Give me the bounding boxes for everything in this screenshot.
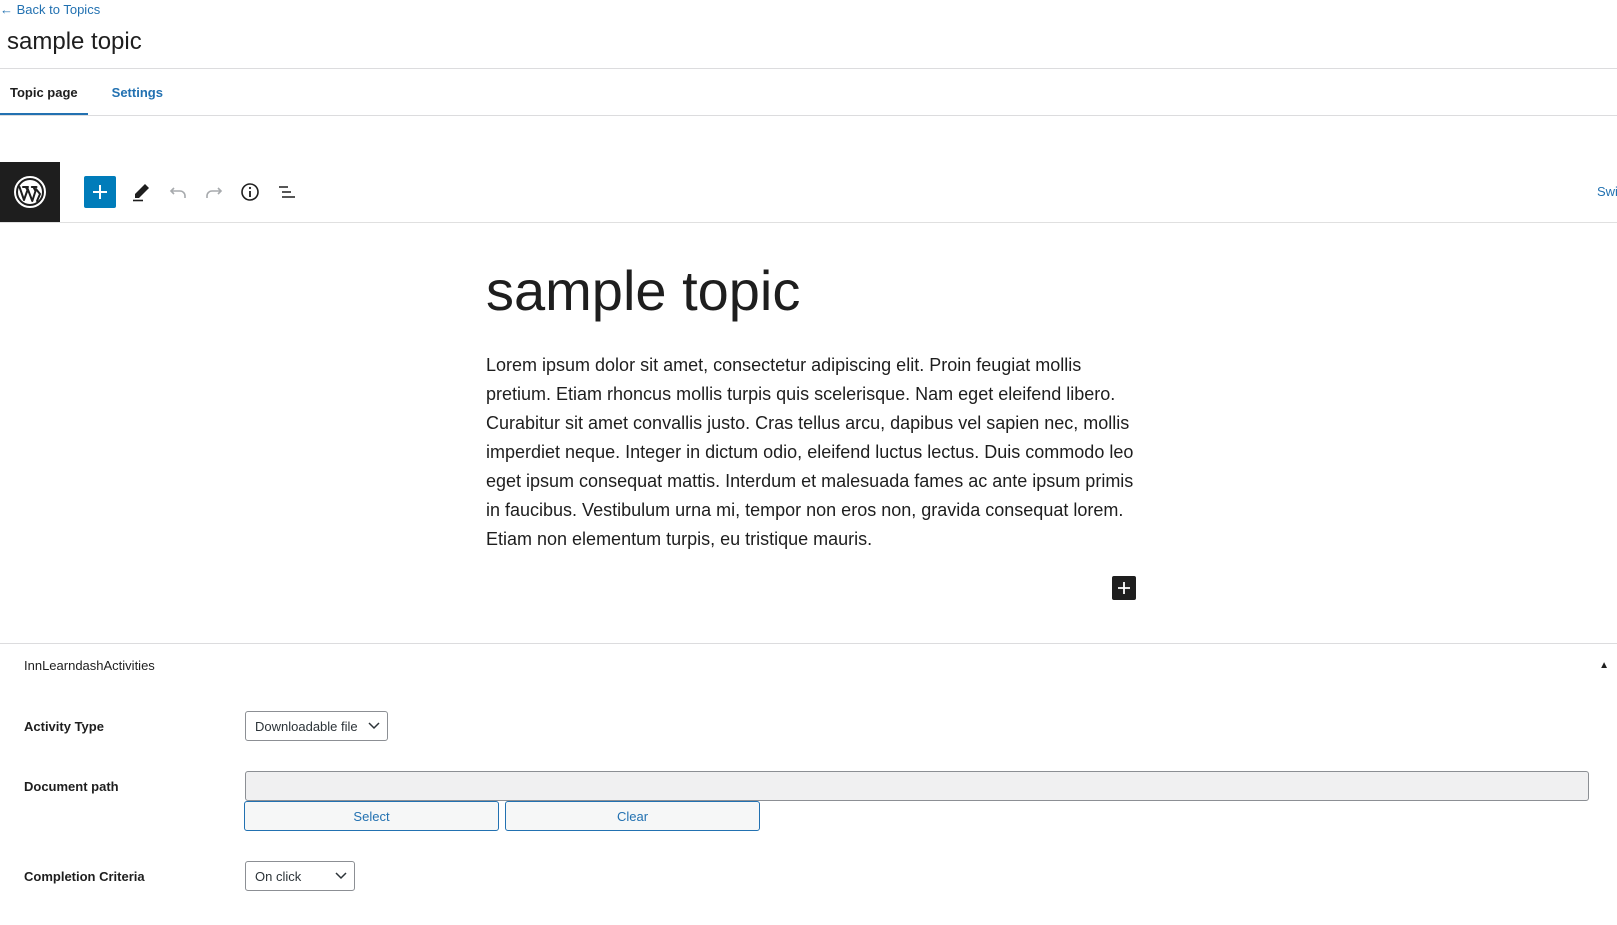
details-button[interactable] bbox=[234, 176, 266, 208]
chevron-down-icon bbox=[368, 722, 380, 730]
back-to-topics-link[interactable]: ← Back to Topics bbox=[0, 2, 100, 17]
wordpress-logo-icon[interactable] bbox=[0, 162, 60, 222]
completion-criteria-label: Completion Criteria bbox=[24, 869, 145, 884]
tab-settings[interactable]: Settings bbox=[102, 69, 173, 116]
inline-add-block-button[interactable] bbox=[1112, 576, 1136, 600]
tools-button[interactable] bbox=[125, 176, 157, 208]
redo-button[interactable] bbox=[198, 176, 230, 208]
document-path-input[interactable] bbox=[245, 771, 1589, 801]
document-path-label: Document path bbox=[24, 779, 119, 794]
tabs-divider bbox=[0, 115, 1617, 116]
activity-type-label: Activity Type bbox=[24, 719, 104, 734]
editor-toolbar: Swi bbox=[0, 162, 1617, 223]
topic-editor-page: ← Back to Topics sample topic Topic page… bbox=[0, 0, 1617, 925]
plus-icon bbox=[93, 185, 107, 199]
redo-icon bbox=[206, 187, 223, 198]
undo-button[interactable] bbox=[162, 176, 194, 208]
select-button[interactable]: Select bbox=[244, 801, 499, 831]
pencil-icon bbox=[133, 184, 149, 202]
activity-type-value: Downloadable file bbox=[255, 718, 358, 734]
clear-button[interactable]: Clear bbox=[505, 801, 760, 831]
activity-type-select[interactable]: Downloadable file bbox=[245, 711, 388, 741]
tab-topic-page[interactable]: Topic page bbox=[0, 69, 88, 116]
add-block-button[interactable] bbox=[84, 176, 116, 208]
post-paragraph[interactable]: Lorem ipsum dolor sit amet, consectetur … bbox=[486, 351, 1136, 554]
page-title: sample topic bbox=[7, 28, 142, 55]
list-view-button[interactable] bbox=[271, 176, 303, 208]
metabox-title[interactable]: InnLearndashActivities bbox=[24, 658, 155, 673]
metabox-divider bbox=[0, 643, 1617, 644]
list-view-icon bbox=[279, 186, 295, 198]
header-divider bbox=[0, 68, 1617, 69]
topic-tabs: Topic page Settings bbox=[0, 69, 173, 116]
completion-criteria-value: On click bbox=[255, 868, 302, 884]
completion-criteria-select[interactable]: On click bbox=[245, 861, 355, 891]
undo-icon bbox=[169, 187, 186, 198]
switch-link[interactable]: Swi bbox=[1597, 184, 1617, 199]
chevron-down-icon bbox=[335, 872, 347, 880]
plus-icon bbox=[1118, 582, 1130, 594]
caret-up-icon[interactable]: ▲ bbox=[1599, 660, 1609, 671]
post-title[interactable]: sample topic bbox=[486, 258, 800, 323]
info-icon bbox=[241, 183, 259, 201]
